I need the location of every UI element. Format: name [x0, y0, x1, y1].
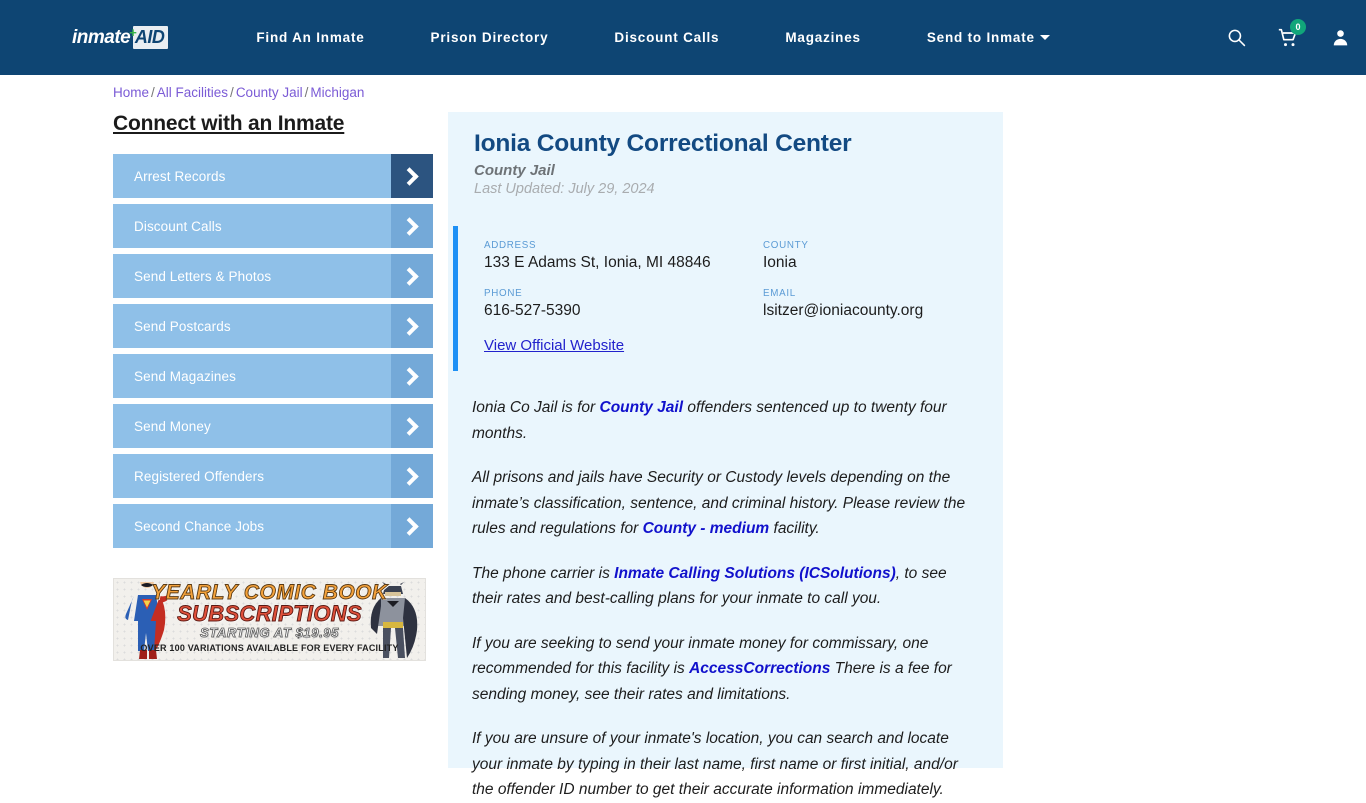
- sidebar-item-label: Registered Offenders: [134, 468, 265, 484]
- sidebar-item-label: Second Chance Jobs: [134, 518, 265, 534]
- address-field: ADDRESS 133 E Adams St, Ionia, MI 48846: [484, 240, 763, 273]
- inline-link[interactable]: Inmate Calling Solutions (ICSolutions): [614, 565, 896, 582]
- chevron-right-icon: [400, 416, 419, 436]
- chevron-right-icon: [400, 516, 419, 536]
- breadcrumb: Home / All Facilities / County Jail / Michigan: [113, 85, 364, 100]
- chevron-right-button[interactable]: [391, 304, 433, 348]
- sidebar-item-send-postcards[interactable]: Send Postcards: [113, 304, 433, 348]
- last-updated-text: Last Updated: July 29, 2024: [474, 181, 655, 197]
- phone-field: PHONE 616-527-5390: [484, 288, 763, 321]
- sidebar-item-arrest-records[interactable]: Arrest Records: [113, 154, 433, 198]
- chevron-right-button[interactable]: [391, 154, 433, 198]
- sidebar-item-send-magazines[interactable]: Send Magazines: [113, 354, 433, 398]
- inline-link[interactable]: County - medium: [643, 520, 770, 537]
- email-label: EMAIL: [763, 287, 796, 299]
- view-official-website-link[interactable]: View Official Website: [484, 337, 624, 354]
- sidebar-item-registered-offenders[interactable]: Registered Offenders: [113, 454, 433, 498]
- chevron-right-icon: [400, 166, 419, 186]
- facility-detail-panel: Ionia County Correctional Center County …: [448, 112, 1003, 798]
- sidebar-item-send-letters-photos[interactable]: Send Letters & Photos: [113, 254, 433, 298]
- sidebar-item-send-money[interactable]: Send Money: [113, 404, 433, 448]
- inline-link[interactable]: County Jail: [600, 399, 684, 416]
- ad-subtext: OVER 100 VARIATIONS AVAILABLE FOR EVERY …: [140, 643, 399, 653]
- comic-book-subscription-ad[interactable]: YEARLY COMIC BOOK SUBSCRIPTIONS STARTING…: [113, 578, 426, 661]
- inline-link[interactable]: AccessCorrections: [689, 660, 830, 677]
- nav-label: Find An Inmate: [256, 30, 365, 45]
- sidebar-item-label: Send Letters & Photos: [134, 268, 272, 284]
- nav-item-send-to-inmate[interactable]: Send to Inmate: [894, 0, 1083, 75]
- chevron-right-icon: [400, 216, 419, 236]
- ad-headline-2: SUBSCRIPTIONS: [177, 601, 362, 627]
- account-button[interactable]: [1314, 0, 1366, 75]
- chevron-right-icon: [400, 366, 419, 386]
- county-field: COUNTY Ionia: [763, 240, 1003, 273]
- sidebar-heading: Connect with an Inmate: [113, 112, 345, 135]
- description-paragraph: All prisons and jails have Security or C…: [472, 469, 966, 537]
- nav-item-magazines[interactable]: Magazines: [752, 0, 893, 75]
- chevron-right-icon: [400, 266, 419, 286]
- sidebar: Connect with an Inmate Arrest Records Di…: [113, 112, 433, 554]
- nav-item-discount-calls[interactable]: Discount Calls: [581, 0, 752, 75]
- nav-label: Prison Directory: [430, 30, 549, 45]
- page-title: Ionia County Correctional Center: [474, 130, 852, 157]
- address-value: 133 E Adams St, Ionia, MI 48846: [484, 254, 711, 271]
- chevron-right-icon: [400, 316, 419, 336]
- sidebar-item-label: Arrest Records: [134, 168, 226, 184]
- description-paragraph: Ionia Co Jail is for County Jail offende…: [472, 399, 947, 442]
- logo-text-secondary: AID: [132, 26, 169, 49]
- search-icon: [1228, 29, 1245, 47]
- chevron-down-icon: [1039, 34, 1050, 40]
- facility-type: County Jail: [474, 162, 555, 179]
- breadcrumb-separator: /: [230, 85, 234, 100]
- nav-label: Discount Calls: [614, 30, 720, 45]
- breadcrumb-item-all-facilities[interactable]: All Facilities: [157, 85, 228, 100]
- chevron-right-button[interactable]: [391, 204, 433, 248]
- address-label: ADDRESS: [484, 240, 537, 251]
- cart-button[interactable]: 0: [1262, 0, 1314, 75]
- sidebar-item-label: Send Postcards: [134, 318, 231, 334]
- county-label: COUNTY: [763, 240, 809, 251]
- nav-item-find-an-inmate[interactable]: Find An Inmate: [223, 0, 397, 75]
- breadcrumb-separator: /: [304, 85, 309, 100]
- nav-item-prison-directory[interactable]: Prison Directory: [398, 0, 582, 75]
- sidebar-item-second-chance-jobs[interactable]: Second Chance Jobs: [113, 504, 433, 548]
- email-field: EMAIL lsitzer@ioniacounty.org: [763, 288, 1003, 321]
- main-menu: Find An Inmate Prison Directory Discount…: [223, 0, 1082, 75]
- breadcrumb-separator: /: [151, 85, 155, 100]
- facility-info-box: ADDRESS 133 E Adams St, Ionia, MI 48846 …: [453, 226, 1003, 371]
- chevron-right-button[interactable]: [391, 354, 433, 398]
- top-navigation-bar: inmate + AID Find An Inmate Prison Direc…: [0, 0, 1366, 75]
- description-paragraph: If you are unsure of your inmate's locat…: [472, 730, 958, 798]
- nav-label: Magazines: [785, 30, 861, 45]
- breadcrumb-item-michigan[interactable]: Michigan: [310, 85, 364, 100]
- cart-count-badge: 0: [1290, 19, 1306, 35]
- description-paragraph: If you are seeking to send your inmate m…: [472, 634, 952, 703]
- header-icon-group: 0: [1210, 0, 1366, 75]
- chevron-right-button[interactable]: [391, 254, 433, 298]
- chevron-right-button[interactable]: [391, 454, 433, 498]
- ad-price-text: STARTING AT $19.95: [200, 625, 339, 641]
- facility-description: Ionia Co Jail is for County Jail offende…: [448, 395, 1003, 803]
- description-paragraph: The phone carrier is Inmate Calling Solu…: [472, 564, 947, 608]
- chevron-right-button[interactable]: [391, 504, 433, 548]
- sidebar-item-discount-calls[interactable]: Discount Calls: [113, 204, 433, 248]
- search-button[interactable]: [1210, 0, 1262, 75]
- chevron-right-button[interactable]: [391, 404, 433, 448]
- phone-label: PHONE: [484, 287, 523, 299]
- email-value: lsitzer@ioniacounty.org: [763, 301, 924, 319]
- sidebar-item-label: Send Magazines: [134, 368, 236, 384]
- sidebar-item-label: Discount Calls: [134, 218, 222, 234]
- nav-label: Send to Inmate: [926, 30, 1035, 45]
- chevron-right-icon: [400, 466, 419, 486]
- breadcrumb-item-county-jail[interactable]: County Jail: [236, 85, 303, 100]
- user-account-icon: [1333, 30, 1347, 46]
- site-logo[interactable]: inmate + AID: [72, 23, 169, 53]
- county-value: Ionia: [763, 254, 797, 271]
- breadcrumb-item-home[interactable]: Home: [113, 85, 149, 100]
- logo-text-primary: inmate: [72, 26, 131, 48]
- logo-plus-icon: +: [129, 25, 137, 40]
- sidebar-item-label: Send Money: [134, 418, 211, 434]
- phone-value: 616-527-5390: [484, 301, 581, 319]
- facility-info-grid: ADDRESS 133 E Adams St, Ionia, MI 48846 …: [458, 240, 1003, 320]
